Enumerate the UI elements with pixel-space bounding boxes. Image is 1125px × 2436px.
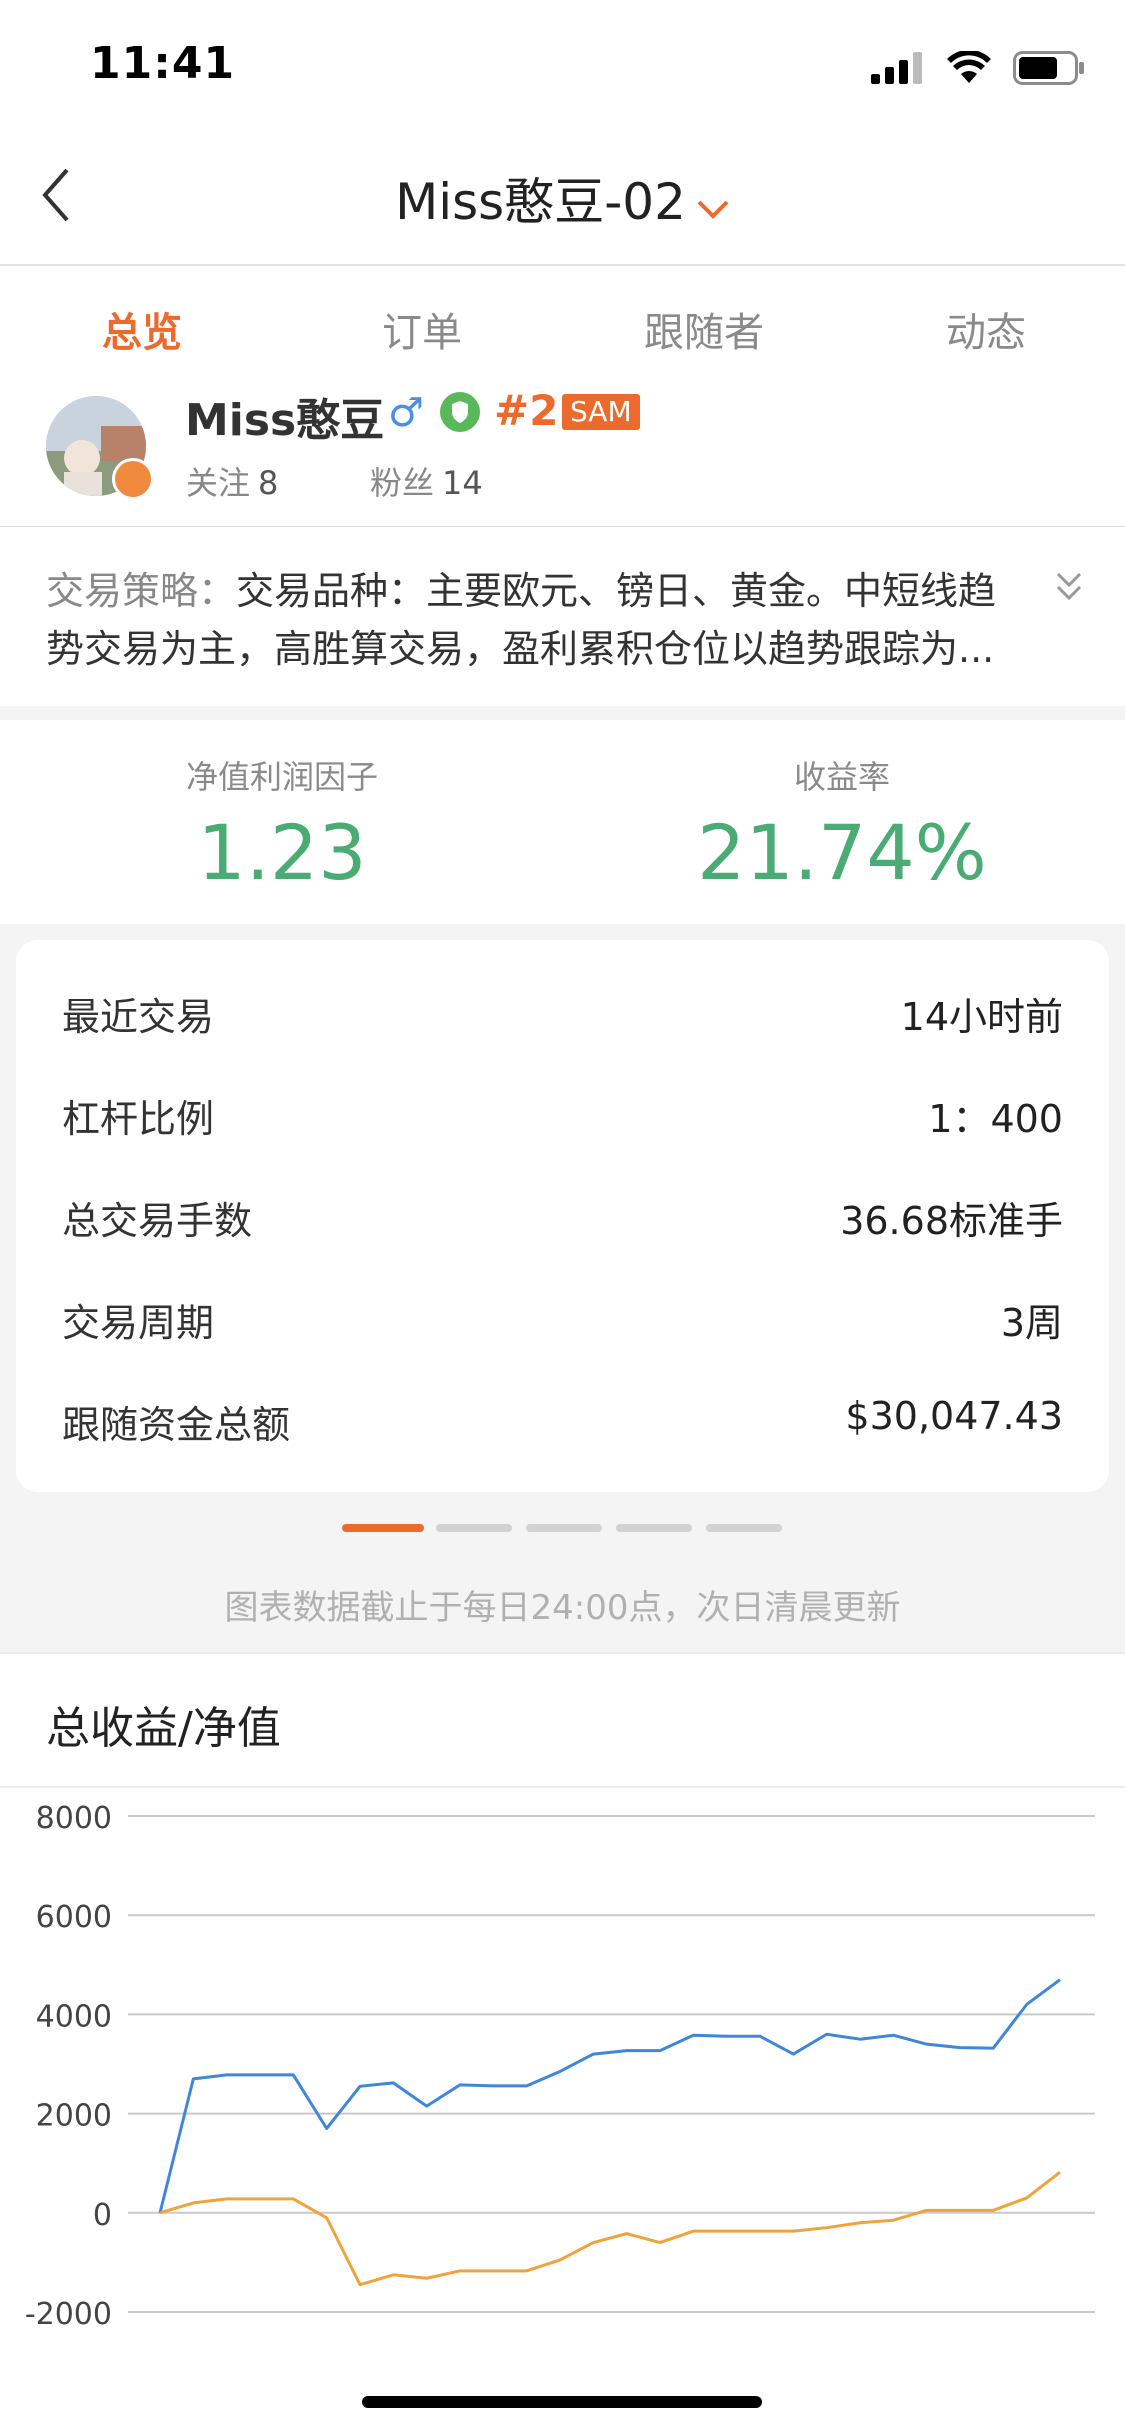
- page-dot[interactable]: [526, 1524, 602, 1532]
- double-chevron-down-icon: [1056, 572, 1082, 601]
- profit-factor-value: 1.23: [197, 808, 367, 897]
- series-line-orange: [159, 2170, 1061, 2287]
- page-dot[interactable]: [706, 1524, 782, 1532]
- y-tick-label: -2000: [25, 2297, 112, 2332]
- follow-funds-label: 跟随资金总额: [62, 1403, 291, 1447]
- y-tick-label: 8000: [36, 1801, 112, 1836]
- chart-section-title: 总收益/净值: [46, 1703, 281, 1754]
- last-trade-value: 14小时前: [900, 995, 1063, 1039]
- page-dot[interactable]: [342, 1524, 424, 1532]
- tab-followers[interactable]: 跟随者: [604, 300, 804, 358]
- status-time: 11:41: [90, 38, 236, 89]
- total-lots-value: 36.68标准手: [840, 1199, 1063, 1243]
- page-title: Miss憨豆-02: [395, 173, 686, 231]
- tab-overview[interactable]: 总览: [42, 300, 242, 358]
- signal-icon: [871, 52, 922, 84]
- page-dot[interactable]: [436, 1524, 512, 1532]
- wifi-icon: [947, 51, 991, 83]
- return-rate-value: 21.74%: [697, 808, 987, 897]
- divider: [0, 526, 1125, 527]
- last-trade-label: 最近交易: [62, 995, 215, 1039]
- fans-label: 粉丝: [370, 464, 435, 502]
- fans-count[interactable]: 粉丝 14: [370, 458, 483, 504]
- y-tick-label: 0: [93, 2198, 112, 2233]
- avatar-badge-icon: [112, 458, 154, 500]
- divider: [0, 1786, 1125, 1788]
- y-tick-label: 2000: [36, 2099, 112, 2134]
- page-dot[interactable]: [616, 1524, 692, 1532]
- home-indicator[interactable]: [362, 2396, 762, 2408]
- expand-button[interactable]: [1055, 570, 1083, 608]
- status-icons: [871, 48, 1085, 88]
- gender-male-icon: ♂: [388, 390, 424, 436]
- section-separator: [0, 706, 1125, 720]
- trading-period-label: 交易周期: [62, 1301, 215, 1345]
- leverage-value: 1：400: [928, 1097, 1063, 1141]
- chevron-down-icon: [696, 174, 730, 232]
- battery-icon: [1013, 51, 1084, 85]
- strategy-text: 交易策略：交易品种：主要欧元、镑日、黄金。中短线趋势交易为主，高胜算交易，盈利累…: [46, 562, 1016, 678]
- total-lots-label: 总交易手数: [62, 1199, 253, 1243]
- trading-period-value: 3周: [1000, 1301, 1063, 1345]
- following-count[interactable]: 关注 8: [186, 458, 278, 504]
- rank-label: #2: [494, 386, 559, 435]
- fans-number: 14: [442, 464, 483, 502]
- trader-name: Miss憨豆: [185, 395, 385, 446]
- tab-activity[interactable]: 动态: [886, 300, 1086, 358]
- following-label: 关注: [186, 464, 251, 502]
- divider: [0, 1652, 1125, 1654]
- strategy-label: 交易策略：: [46, 569, 237, 613]
- profit-equity-chart[interactable]: 8000 6000 4000 2000 0 -2000: [0, 1790, 1125, 2350]
- account-switcher[interactable]: Miss憨豆-02: [0, 162, 1125, 234]
- level-badge: SAM: [562, 394, 640, 430]
- verified-shield-icon: [440, 392, 480, 432]
- divider: [0, 264, 1125, 266]
- follow-funds-value: $30,047.43: [845, 1394, 1063, 1438]
- following-number: 8: [258, 464, 279, 502]
- return-rate-label: 收益率: [793, 758, 890, 796]
- chart-update-note: 图表数据截止于每日24:00点，次日清晨更新: [224, 1588, 901, 1628]
- y-tick-label: 6000: [36, 1900, 112, 1935]
- y-tick-label: 4000: [36, 1999, 112, 2034]
- leverage-label: 杠杆比例: [62, 1097, 215, 1141]
- tab-orders[interactable]: 订单: [322, 300, 522, 358]
- profit-factor-label: 净值利润因子: [185, 758, 378, 796]
